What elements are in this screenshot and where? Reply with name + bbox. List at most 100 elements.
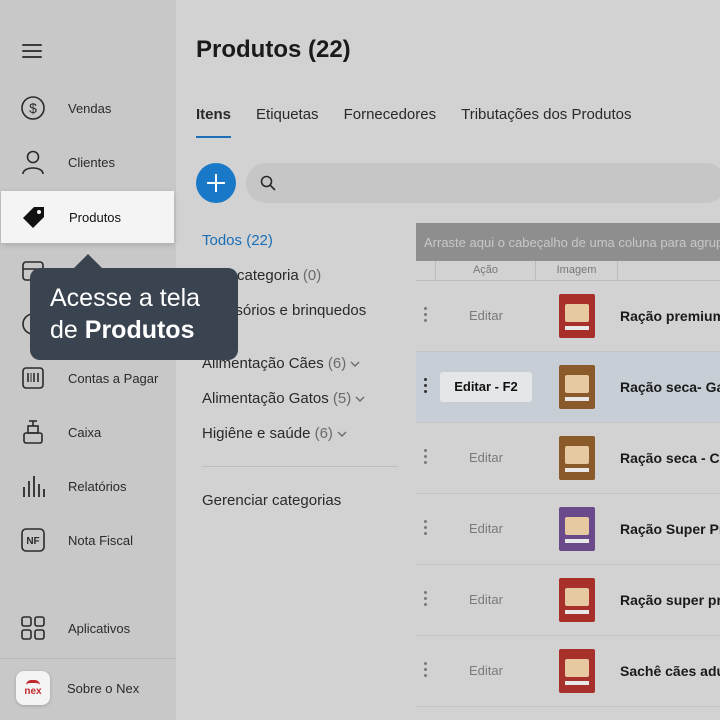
tab-tributacoes[interactable]: Tributações dos Produtos — [461, 106, 631, 136]
product-image — [553, 292, 601, 340]
chevron-down-icon[interactable] — [355, 395, 365, 403]
product-name: Ração seca - C — [620, 450, 720, 466]
product-image — [553, 647, 601, 695]
table-row[interactable]: Editar Ração premium — [416, 281, 720, 352]
product-image — [553, 505, 601, 553]
sidebar-item-label: Clientes — [68, 154, 115, 170]
svg-text:NF: NF — [26, 536, 39, 547]
edit-button[interactable]: Editar — [440, 585, 532, 615]
tooltip-line2: de Produtos — [50, 314, 238, 346]
table-row[interactable]: Editar Sachê cães adu — [416, 636, 720, 707]
row-menu-icon[interactable] — [424, 378, 428, 396]
product-name: Ração super pr — [620, 592, 720, 608]
search-icon — [260, 175, 276, 196]
barcode-icon — [20, 365, 46, 391]
category-count: (22) — [246, 232, 273, 249]
sidebar-item-aplicativos[interactable]: Aplicativos — [0, 602, 176, 654]
add-product-button[interactable] — [196, 163, 236, 203]
edit-button[interactable]: Editar — [440, 301, 532, 331]
tooltip-line1: Acesse a tela — [50, 284, 201, 312]
products-grid: Arraste aqui o cabeçalho de uma coluna p… — [416, 223, 720, 720]
nex-logo-icon: nex — [16, 671, 50, 705]
page-title: Produtos (22) — [196, 36, 351, 63]
category-label: Alimentação Gatos — [202, 390, 329, 407]
tab-itens[interactable]: Itens — [196, 106, 232, 138]
sidebar-item-label: Contas a Pagar — [68, 370, 159, 386]
sidebar-item-produtos[interactable]: Produtos — [1, 191, 174, 243]
row-menu-icon[interactable] — [424, 591, 428, 609]
chevron-down-icon[interactable] — [337, 430, 347, 438]
row-menu-icon[interactable] — [424, 449, 428, 467]
tab-bar: Itens Etiquetas Fornecedores Tributações… — [196, 106, 657, 138]
sidebar-item-clientes[interactable]: Clientes — [0, 136, 176, 188]
category-count: (6) — [327, 355, 347, 372]
sidebar-item-sobre[interactable]: nex Sobre o Nex — [0, 662, 176, 714]
product-name: Ração Super Pr — [620, 521, 720, 537]
tab-fornecedores[interactable]: Fornecedores — [344, 106, 437, 136]
sidebar-divider — [0, 658, 176, 659]
dollar-circle-icon: $ — [20, 95, 46, 121]
search-input[interactable] — [246, 163, 720, 203]
sidebar: $ Vendas Clientes Produtos Contas a Paga… — [0, 0, 176, 720]
table-row[interactable]: Editar Ração Super Pr — [416, 494, 720, 565]
user-icon — [20, 149, 46, 175]
column-header-imagem[interactable]: Imagem — [536, 261, 618, 280]
category-item-todos[interactable]: Todos (22) — [202, 232, 273, 249]
category-count: (6) — [314, 425, 333, 442]
tab-etiquetas[interactable]: Etiquetas — [256, 106, 319, 136]
nex-logo-text: nex — [24, 685, 42, 697]
sidebar-item-label: Aplicativos — [68, 620, 131, 636]
table-row[interactable]: Editar - F2 Ração seca- Ga — [416, 352, 720, 423]
edit-button[interactable]: Editar - F2 — [440, 372, 532, 402]
category-label: Higiêne e saúde — [202, 425, 311, 442]
product-image — [553, 434, 601, 482]
sidebar-item-label: Vendas — [68, 100, 112, 116]
plus-icon — [207, 174, 225, 192]
tooltip-bold: Produtos — [84, 316, 195, 344]
sidebar-item-label: Sobre o Nex — [67, 680, 140, 696]
category-item-higiene[interactable]: Higiêne e saúde (6) — [202, 425, 347, 442]
sidebar-item-label: Relatórios — [68, 478, 127, 494]
product-image — [553, 576, 601, 624]
edit-button[interactable]: Editar — [440, 514, 532, 544]
hamburger-menu-icon[interactable] — [22, 44, 44, 62]
chevron-down-icon[interactable] — [350, 360, 360, 368]
apps-grid-icon — [20, 615, 46, 641]
nf-icon: NF — [20, 527, 46, 553]
sidebar-item-relatorios[interactable]: Relatórios — [0, 460, 176, 512]
main-content: Produtos (22) Itens Etiquetas Fornecedor… — [176, 0, 720, 720]
product-image — [553, 363, 601, 411]
category-item-alimentacao-gatos[interactable]: Alimentação Gatos (5) — [202, 390, 365, 407]
sidebar-item-vendas[interactable]: $ Vendas — [0, 82, 176, 134]
edit-button[interactable]: Editar — [440, 443, 532, 473]
category-label: Todos — [202, 232, 243, 249]
category-count: (5) — [332, 390, 352, 407]
column-header-acao[interactable]: Ação — [436, 261, 536, 280]
row-menu-icon[interactable] — [424, 662, 428, 680]
bar-chart-icon — [20, 473, 46, 499]
manage-categories-link[interactable]: Gerenciar categorias — [202, 492, 341, 509]
group-by-bar[interactable]: Arraste aqui o cabeçalho de uma coluna p… — [416, 223, 720, 261]
cash-register-icon — [20, 419, 46, 445]
sidebar-item-label: Nota Fiscal — [68, 532, 134, 548]
edit-button[interactable]: Editar — [440, 656, 532, 686]
row-menu-icon[interactable] — [424, 520, 428, 538]
column-header-name[interactable] — [618, 261, 720, 280]
category-divider — [202, 466, 398, 467]
category-count: (0) — [302, 267, 322, 284]
table-row[interactable]: Editar Ração seca - C — [416, 423, 720, 494]
product-name: Ração premium — [620, 308, 720, 324]
column-header-handle — [416, 261, 436, 280]
sidebar-item-label: Produtos — [69, 209, 122, 225]
product-name: Sachê cães adu — [620, 663, 720, 679]
sidebar-item-caixa[interactable]: Caixa — [0, 406, 176, 458]
onboarding-tooltip: Acesse a tela de Produtos — [30, 254, 238, 360]
tag-icon — [21, 204, 47, 230]
row-menu-icon[interactable] — [424, 307, 428, 325]
grid-header: Ação Imagem — [416, 261, 720, 281]
sidebar-item-label: Caixa — [68, 424, 102, 440]
svg-text:$: $ — [29, 100, 37, 116]
tooltip-prefix: de — [50, 316, 85, 344]
table-row[interactable]: Editar Ração super pr — [416, 565, 720, 636]
sidebar-item-nota-fiscal[interactable]: NF Nota Fiscal — [0, 514, 176, 566]
